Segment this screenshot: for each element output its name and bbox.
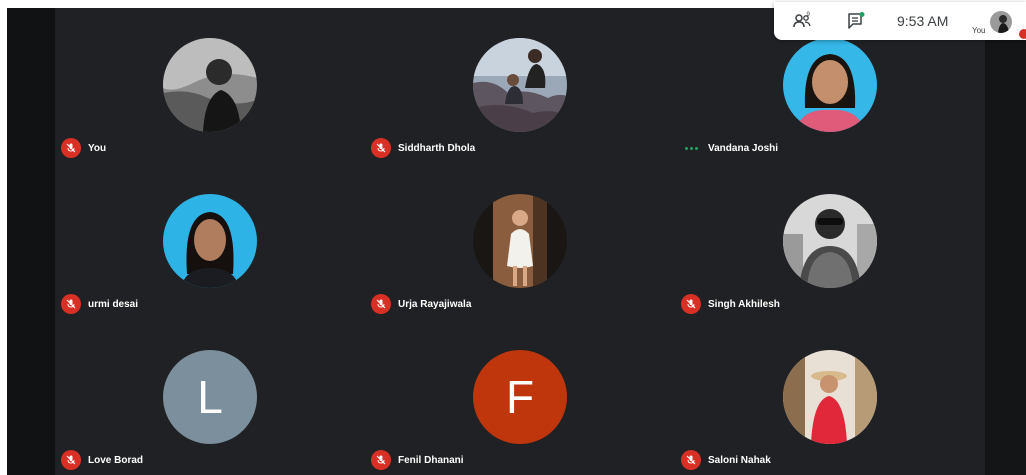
- participant-name-row: Vandana Joshi: [681, 138, 778, 158]
- participant-name-row: Urja Rayajiwala: [371, 294, 471, 314]
- participant-tile-saloni-nahak[interactable]: Saloni Nahak: [675, 320, 985, 475]
- participant-name: Urja Rayajiwala: [398, 298, 472, 310]
- participant-photo: [163, 194, 257, 288]
- participant-name-row: urmi desai: [61, 294, 138, 314]
- participant-name: Singh Akhilesh: [708, 298, 780, 310]
- people-icon[interactable]: 9: [792, 11, 812, 31]
- participant-photo: [783, 38, 877, 132]
- mic-off-icon: [61, 138, 81, 158]
- self-label: You: [972, 26, 986, 35]
- participant-photo: [163, 38, 257, 132]
- participant-name: Saloni Nahak: [708, 454, 771, 466]
- mic-off-icon: [681, 450, 701, 470]
- participant-grid: You Siddharth Dhola Vandana Joshi urmi d…: [55, 8, 985, 475]
- participant-photo: [783, 194, 877, 288]
- letter-avatar: L: [163, 350, 257, 444]
- participant-name: Love Borad: [88, 454, 144, 466]
- mic-off-icon: [371, 450, 391, 470]
- participant-tile-singh-akhilesh[interactable]: Singh Akhilesh: [675, 164, 985, 320]
- avatar-letter: L: [197, 371, 223, 423]
- participant-name: You: [88, 142, 107, 154]
- mic-off-icon: [61, 450, 81, 470]
- participant-tile-love-borad[interactable]: L Love Borad: [55, 320, 365, 475]
- participant-name: Vandana Joshi: [708, 142, 779, 154]
- participant-name-row: You: [61, 138, 106, 158]
- speaking-indicator-icon: [681, 138, 701, 158]
- screen: You Siddharth Dhola Vandana Joshi urmi d…: [0, 0, 1026, 475]
- participant-name-row: Singh Akhilesh: [681, 294, 780, 314]
- participant-photo: [473, 38, 567, 132]
- meeting-window: You Siddharth Dhola Vandana Joshi urmi d…: [7, 8, 1026, 475]
- avatar-letter: F: [505, 371, 535, 423]
- mic-off-icon: [371, 138, 391, 158]
- participant-tile-urmi-desai[interactable]: urmi desai: [55, 164, 365, 320]
- letter-avatar: F: [473, 350, 567, 444]
- participant-name-row: Fenil Dhanani: [371, 450, 464, 470]
- participant-name-row: Siddharth Dhola: [371, 138, 475, 158]
- mic-off-icon: [1019, 29, 1026, 39]
- participant-tile-you[interactable]: You: [55, 8, 365, 164]
- participant-name: urmi desai: [88, 298, 139, 310]
- participant-name: Fenil Dhanani: [398, 454, 464, 466]
- mic-off-icon: [681, 294, 701, 314]
- mic-off-icon: [61, 294, 81, 314]
- participant-photo: [473, 194, 567, 288]
- participant-name-row: Love Borad: [61, 450, 143, 470]
- self-view-thumbnail[interactable]: [990, 11, 1012, 33]
- participant-tile-fenil-dhanani[interactable]: F Fenil Dhanani: [365, 320, 675, 475]
- participant-tile-siddharth-dhola[interactable]: Siddharth Dhola: [365, 8, 675, 164]
- meeting-top-bar: 9 9:53 AM You: [774, 2, 1026, 40]
- meeting-clock: 9:53 AM: [897, 13, 949, 29]
- chat-icon[interactable]: [846, 11, 866, 31]
- participant-photo: [783, 350, 877, 444]
- mic-off-icon: [371, 294, 391, 314]
- participant-name: Siddharth Dhola: [398, 142, 476, 154]
- side-strip: [985, 8, 1026, 475]
- participant-name-row: Saloni Nahak: [681, 450, 771, 470]
- participant-tile-urja-rayajiwala[interactable]: Urja Rayajiwala: [365, 164, 675, 320]
- svg-text:9: 9: [807, 12, 811, 18]
